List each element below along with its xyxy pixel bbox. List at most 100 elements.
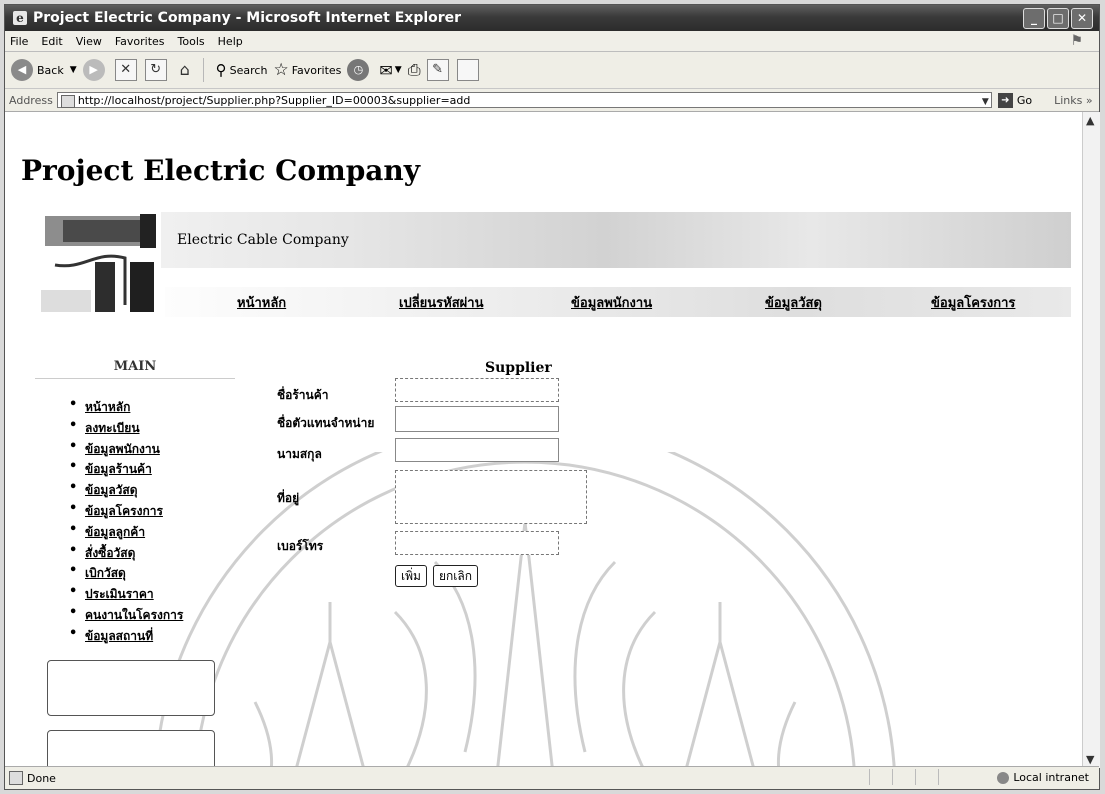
page-icon bbox=[60, 95, 75, 108]
links-button[interactable]: Links » bbox=[1054, 94, 1093, 107]
status-text: Done bbox=[27, 771, 56, 785]
tagline: Electric Cable Company bbox=[177, 232, 349, 248]
label-surname: นามสกุล bbox=[277, 447, 322, 461]
zone-text: Local intranet bbox=[1013, 771, 1089, 784]
shop-name-input[interactable] bbox=[395, 378, 559, 402]
intranet-icon bbox=[997, 771, 1010, 784]
search-button[interactable]: ⚲ Search bbox=[216, 61, 268, 79]
topnav-project-data[interactable]: ข้อมูลโครงการ bbox=[931, 292, 1015, 313]
sidebar-item-price-estimate: ประเมินราคา bbox=[69, 584, 183, 606]
favorites-button[interactable]: ☆ Favorites bbox=[273, 60, 341, 80]
sidebar-item-withdraw-materials: เบิกวัสดุ bbox=[69, 563, 183, 585]
add-button[interactable]: เพิ่ม bbox=[395, 565, 427, 587]
site-title: Project Electric Company bbox=[21, 154, 421, 187]
topnav-employee-data[interactable]: ข้อมูลพนักงาน bbox=[571, 292, 652, 313]
sidebar-menu: หน้าหลัก ลงทะเบียน ข้อมูลพนักงาน ข้อมูลร… bbox=[69, 397, 183, 648]
address-bar: Address http://localhost/project/Supplie… bbox=[5, 89, 1099, 112]
back-arrow-icon: ◀ bbox=[11, 59, 33, 81]
cancel-button[interactable]: ยกเลิก bbox=[433, 565, 479, 587]
sidebar-item-customers: ข้อมูลลูกค้า bbox=[69, 522, 183, 544]
home-button[interactable]: ⌂ bbox=[175, 60, 197, 80]
history-icon: ◷ bbox=[347, 59, 370, 81]
mail-dropdown-icon[interactable]: ▼ bbox=[395, 65, 402, 75]
refresh-icon: ↻ bbox=[144, 59, 167, 81]
back-button[interactable]: ◀ Back ▼ bbox=[11, 59, 77, 81]
scroll-down-icon[interactable]: ▼ bbox=[1086, 753, 1094, 766]
discuss-button[interactable] bbox=[456, 59, 481, 81]
sidebar-link-home[interactable]: หน้าหลัก bbox=[85, 400, 130, 414]
form-title: Supplier bbox=[485, 360, 552, 376]
surname-input[interactable] bbox=[395, 438, 559, 462]
sidebar-link-projects[interactable]: ข้อมูลโครงการ bbox=[85, 504, 163, 518]
sidebar-link-withdraw-materials[interactable]: เบิกวัสดุ bbox=[85, 566, 126, 580]
sidebar-link-employees[interactable]: ข้อมูลพนักงาน bbox=[85, 442, 160, 456]
address-input[interactable]: http://localhost/project/Supplier.php?Su… bbox=[56, 92, 992, 110]
sidebar-item-projects: ข้อมูลโครงการ bbox=[69, 501, 183, 523]
sidebar-link-register[interactable]: ลงทะเบียน bbox=[85, 421, 140, 435]
star-icon: ☆ bbox=[273, 60, 289, 80]
page-status-icon bbox=[9, 771, 23, 785]
favorites-label: Favorites bbox=[291, 63, 342, 77]
forward-arrow-icon: ▶ bbox=[82, 59, 105, 81]
refresh-button[interactable]: ↻ bbox=[144, 59, 169, 81]
sidebar-item-materials: ข้อมูลวัสดุ bbox=[69, 480, 183, 502]
search-icon: ⚲ bbox=[215, 61, 227, 79]
sidebar-link-order-materials[interactable]: สั่งซื้อวัสดุ bbox=[85, 546, 135, 560]
mail-button[interactable]: ✉ ▼ bbox=[379, 61, 401, 80]
print-button[interactable]: ⎙ bbox=[408, 60, 421, 80]
vertical-scrollbar[interactable]: ▲ ▼ bbox=[1082, 112, 1100, 768]
menu-help[interactable]: Help bbox=[213, 35, 251, 48]
maximize-button[interactable]: □ bbox=[1047, 8, 1069, 29]
minimize-button[interactable]: _ bbox=[1023, 8, 1045, 29]
label-shop-name: ชื่อร้านค้า bbox=[277, 388, 329, 402]
sidebar-link-customers[interactable]: ข้อมูลลูกค้า bbox=[85, 525, 145, 539]
menu-file[interactable]: File bbox=[5, 35, 36, 48]
sidebar-item-register: ลงทะเบียน bbox=[69, 418, 183, 440]
edit-button[interactable]: ✎ bbox=[426, 59, 451, 81]
sidebar-item-order-materials: สั่งซื้อวัสดุ bbox=[69, 543, 183, 565]
address-dropdown-icon[interactable]: ▼ bbox=[982, 94, 989, 110]
label-phone: เบอร์โทร bbox=[277, 539, 324, 553]
sidebar-link-suppliers[interactable]: ข้อมูลร้านค้า bbox=[85, 462, 152, 476]
browser-window: e Project Electric Company - Microsoft I… bbox=[4, 4, 1100, 790]
stop-button[interactable]: ✕ bbox=[114, 59, 139, 81]
sidebar-link-materials[interactable]: ข้อมูลวัสดุ bbox=[85, 483, 138, 497]
back-label: Back bbox=[37, 63, 64, 77]
sidebar-item-suppliers: ข้อมูลร้านค้า bbox=[69, 459, 183, 481]
search-label: Search bbox=[229, 63, 268, 77]
status-done: Done bbox=[9, 771, 56, 785]
menu-view[interactable]: View bbox=[71, 35, 110, 48]
label-address: ที่อยู่ bbox=[277, 491, 300, 505]
menu-edit[interactable]: Edit bbox=[36, 35, 70, 48]
sidebar-item-locations: ข้อมูลสถานที่ bbox=[69, 626, 183, 648]
sidebar-item-employees: ข้อมูลพนักงาน bbox=[69, 439, 183, 461]
go-button[interactable]: ➜ Go bbox=[997, 92, 1033, 108]
history-button[interactable]: ◷ bbox=[347, 59, 373, 81]
toolbar-separator bbox=[202, 58, 204, 82]
address-url: http://localhost/project/Supplier.php?Su… bbox=[77, 94, 471, 107]
topnav-material-data[interactable]: ข้อมูลวัสดุ bbox=[765, 292, 822, 313]
title-bar: e Project Electric Company - Microsoft I… bbox=[5, 5, 1099, 31]
phone-input[interactable] bbox=[395, 531, 559, 555]
edit-icon: ✎ bbox=[426, 59, 449, 81]
status-dividers bbox=[869, 769, 939, 785]
print-icon: ⎙ bbox=[407, 60, 421, 79]
forward-button[interactable]: ▶ bbox=[82, 59, 109, 81]
scroll-up-icon[interactable]: ▲ bbox=[1086, 114, 1094, 127]
cable-logo-image bbox=[35, 210, 161, 326]
back-dropdown-icon[interactable]: ▼ bbox=[70, 65, 77, 75]
sidebar-link-project-workers[interactable]: คนงานในโครงการ bbox=[85, 608, 183, 622]
sidebar-link-price-estimate[interactable]: ประเมินราคา bbox=[85, 587, 154, 601]
close-button[interactable]: ✕ bbox=[1071, 8, 1093, 29]
go-label: Go bbox=[1016, 93, 1033, 107]
rep-name-input[interactable] bbox=[395, 406, 559, 432]
windows-logo-icon: ⚑ bbox=[1070, 33, 1083, 49]
sidebar-link-locations[interactable]: ข้อมูลสถานที่ bbox=[85, 629, 153, 643]
menu-tools[interactable]: Tools bbox=[173, 35, 213, 48]
sidebar-item-project-workers: คนงานในโครงการ bbox=[69, 605, 183, 627]
topnav-home[interactable]: หน้าหลัก bbox=[237, 292, 286, 313]
topnav-change-password[interactable]: เปลี่ยนรหัสผ่าน bbox=[399, 292, 483, 313]
menu-favorites[interactable]: Favorites bbox=[110, 35, 173, 48]
address-textarea[interactable] bbox=[395, 470, 587, 524]
toolbar: ◀ Back ▼ ▶ ✕ ↻ ⌂ ⚲ Search ☆ Favorites ◷ … bbox=[5, 52, 1099, 89]
